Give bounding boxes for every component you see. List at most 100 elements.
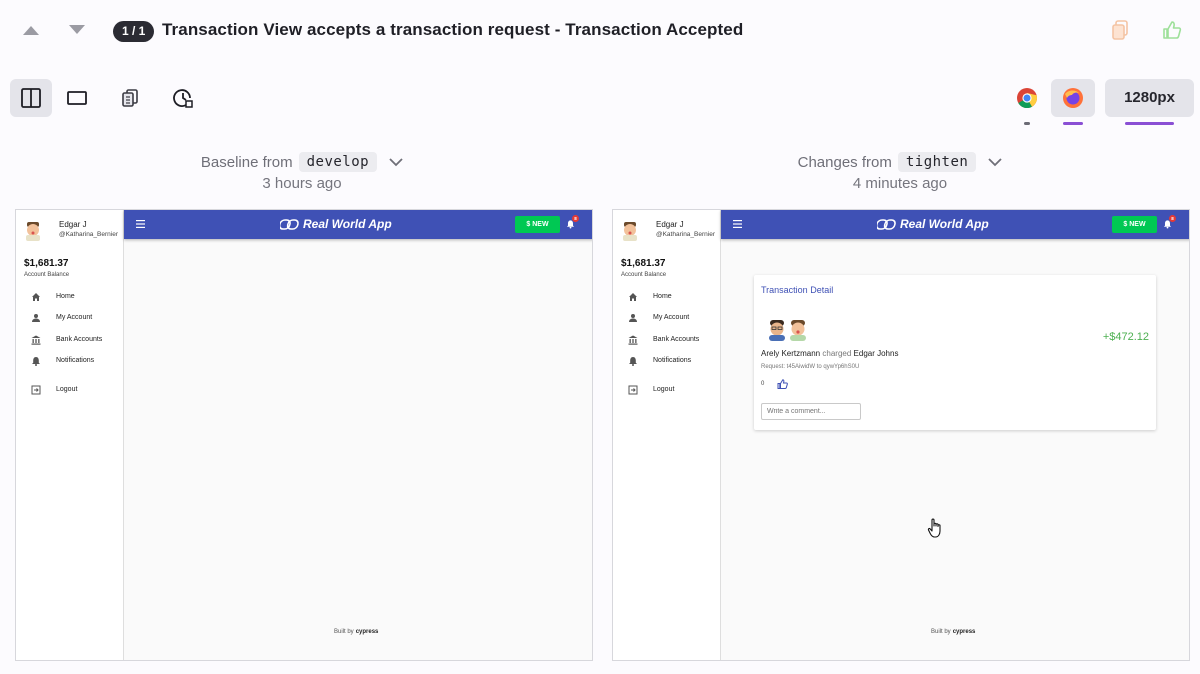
account-balance: $1,681.37	[24, 258, 69, 269]
menu-icon[interactable]	[136, 220, 145, 228]
like-thumbs-up-icon[interactable]	[777, 379, 788, 389]
home-icon	[629, 293, 637, 301]
menu-icon[interactable]	[733, 220, 742, 228]
new-transaction-button[interactable]: $ NEW	[1112, 216, 1157, 233]
app-logo[interactable]: Real World App	[280, 217, 392, 231]
split-view-button[interactable]	[10, 79, 52, 117]
new-transaction-button[interactable]: $ NEW	[515, 216, 560, 233]
bank-icon	[31, 335, 41, 345]
sidebar-item-label: Logout	[56, 386, 78, 393]
app-logo-text: Real World App	[303, 217, 392, 231]
sidebar-item-my-account[interactable]: My Account	[613, 310, 720, 326]
person-icon	[32, 314, 40, 322]
home-icon	[32, 293, 40, 301]
account-balance-label: Account Balance	[621, 272, 667, 278]
single-view-button[interactable]	[56, 79, 98, 117]
logout-icon	[628, 385, 638, 395]
sidebar-item-notifications[interactable]: Notifications	[613, 353, 720, 369]
split-view-icon	[21, 88, 41, 108]
like-count: 0	[761, 381, 765, 387]
transaction-parties: Arely Kertzmann charged Edgar Johns	[761, 349, 898, 358]
sidebar-item-logout[interactable]: Logout	[613, 382, 720, 398]
sidebar-item-logout[interactable]: Logout	[16, 382, 123, 398]
baseline-time: 3 hours ago	[262, 175, 342, 192]
baseline-snapshot: Edgar J @Katharina_Bernier $1,681.37 Acc…	[15, 209, 593, 661]
app-sidebar: Edgar J @Katharina_Bernier $1,681.37 Acc…	[613, 210, 721, 660]
person-icon	[629, 314, 637, 322]
reject-copy-icon[interactable]	[1111, 20, 1129, 40]
review-header: 1 / 1 Transaction View accepts a transac…	[0, 0, 1200, 64]
transaction-request-note: Request: t45AiwidW to qywYp6hS0U	[761, 364, 860, 370]
overlay-icon	[122, 89, 138, 107]
history-button[interactable]	[162, 79, 204, 117]
changes-time: 4 minutes ago	[852, 175, 948, 192]
sender-name: Arely Kertzmann	[761, 349, 821, 358]
chevron-down-icon[interactable]	[389, 157, 403, 167]
sidebar-item-home[interactable]: Home	[613, 289, 720, 305]
sender-avatar	[769, 320, 785, 341]
built-by-footer: Built by cypress	[931, 629, 975, 635]
cypress-logo[interactable]: cypress	[356, 629, 379, 635]
changes-snapshot: Edgar J @Katharina_Bernier $1,681.37 Acc…	[612, 209, 1190, 661]
transaction-amount: +$472.12	[1102, 331, 1149, 343]
sidebar-item-bank-accounts[interactable]: Bank Accounts	[16, 332, 123, 348]
firefox-browser-button[interactable]	[1051, 79, 1095, 117]
chrome-icon	[1017, 88, 1037, 109]
app-logo-text: Real World App	[900, 217, 989, 231]
viewport-width-button[interactable]: 1280px	[1105, 79, 1194, 117]
app-sidebar: Edgar J @Katharina_Bernier $1,681.37 Acc…	[16, 210, 124, 660]
hand-pointer-cursor-icon	[927, 518, 941, 538]
snapshot-counter: 1 / 1	[113, 21, 155, 42]
receiver-avatar	[790, 320, 806, 341]
next-arrow-icon[interactable]	[68, 24, 86, 36]
firefox-active-indicator	[1063, 122, 1083, 125]
footer-prefix: Built by	[931, 629, 951, 635]
rwa-logo-icon	[280, 218, 299, 230]
changes-header: Changes from tighten 4 minutes ago	[750, 150, 1050, 192]
changes-branch: tighten	[897, 152, 977, 172]
sidebar-item-label: Notifications	[56, 357, 95, 364]
firefox-icon	[1063, 88, 1083, 108]
transaction-action: charged	[822, 349, 852, 358]
rwa-logo-icon	[877, 218, 896, 230]
approve-thumbs-up-icon[interactable]	[1162, 20, 1182, 40]
sidebar-item-label: Home	[56, 293, 75, 300]
user-handle: @Katharina_Bernier	[656, 231, 715, 238]
app-bar: Real World App $ NEW 8	[124, 210, 592, 239]
bell-icon	[32, 357, 40, 366]
transaction-detail-card: Transaction Detail +$472.12 Arely Kertzm…	[754, 275, 1156, 430]
single-view-icon	[67, 91, 87, 105]
page-title: Transaction View accepts a transaction r…	[162, 20, 744, 39]
sidebar-item-label: My Account	[653, 314, 690, 321]
sidebar-item-label: Bank Accounts	[56, 336, 103, 343]
sidebar-item-bank-accounts[interactable]: Bank Accounts	[613, 332, 720, 348]
sidebar-item-label: Logout	[653, 386, 675, 393]
clock-history-icon	[173, 89, 193, 108]
overlay-view-button[interactable]	[109, 79, 151, 117]
bank-icon	[628, 335, 638, 345]
user-name: Edgar J	[656, 220, 684, 229]
viewport-active-indicator	[1125, 122, 1174, 125]
sidebar-item-label: Notifications	[653, 357, 692, 364]
app-logo[interactable]: Real World App	[877, 217, 989, 231]
receiver-name: Edgar Johns	[853, 349, 899, 358]
baseline-branch: develop	[298, 152, 378, 172]
sidebar-item-my-account[interactable]: My Account	[16, 310, 123, 326]
comment-input[interactable]	[761, 403, 861, 420]
chevron-down-icon[interactable]	[988, 157, 1002, 167]
user-name: Edgar J	[59, 220, 87, 229]
notification-badge: 8	[1169, 215, 1176, 222]
sidebar-item-label: Bank Accounts	[653, 336, 700, 343]
sidebar-item-label: Home	[653, 293, 672, 300]
previous-arrow-icon[interactable]	[22, 24, 40, 36]
baseline-label: Baseline from	[200, 153, 293, 171]
sidebar-item-notifications[interactable]: Notifications	[16, 353, 123, 369]
chrome-browser-button[interactable]	[1005, 79, 1049, 117]
notification-badge: 8	[572, 215, 579, 222]
cypress-logo[interactable]: cypress	[953, 629, 976, 635]
user-handle: @Katharina_Bernier	[59, 231, 118, 238]
bell-icon	[629, 357, 637, 366]
logout-icon	[31, 385, 41, 395]
transaction-detail-title: Transaction Detail	[761, 285, 834, 295]
sidebar-item-home[interactable]: Home	[16, 289, 123, 305]
